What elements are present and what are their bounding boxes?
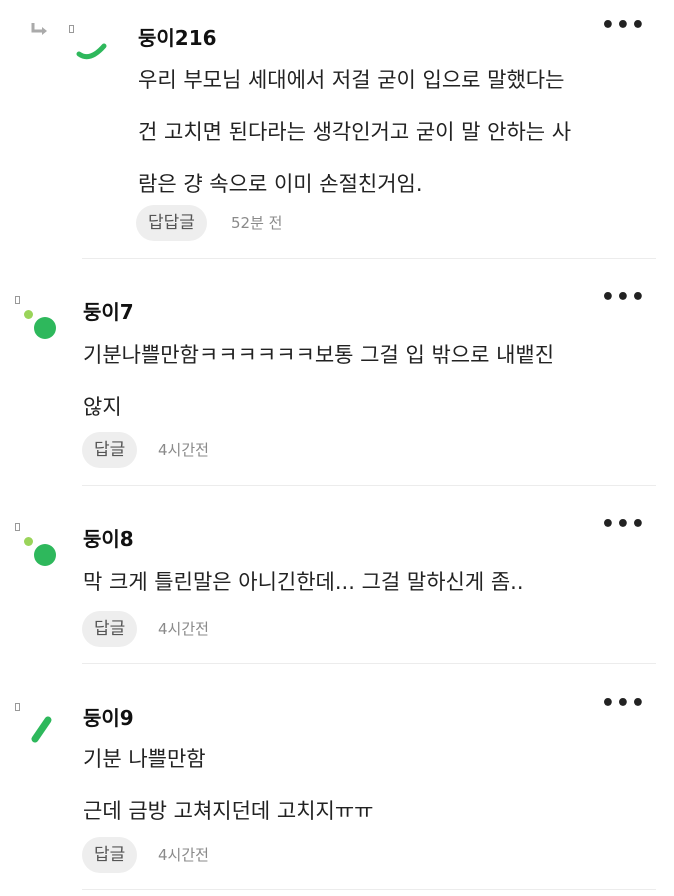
reply-button[interactable]: 답글	[82, 837, 138, 873]
comment-line: 근데 금방 고쳐지던데 고치지ㅠㅠ	[83, 799, 374, 823]
comment-line: 막 크게 틀린말은 아니긴한데... 그걸 말하신게 좀..	[83, 570, 524, 594]
comment-text: 기분 나쁠만함 근데 금방 고쳐지던데 고치지ㅠㅠ	[83, 733, 374, 837]
reply-button[interactable]: 답글	[82, 611, 138, 647]
avatar-large-dot	[34, 544, 56, 566]
avatar-placeholder-icon	[15, 296, 20, 304]
comment-line: 람은 걍 속으로 이미 손절친거임.	[138, 172, 423, 196]
comment-text: 우리 부모님 세대에서 저걸 굳이 입으로 말했다는 건 고치면 된다라는 생각…	[138, 54, 571, 210]
avatar-placeholder-icon	[15, 523, 20, 531]
comment-item: 둥이9 ••• 기분 나쁠만함 근데 금방 고쳐지던데 고치지ㅠㅠ 답글 4시간…	[0, 664, 674, 896]
avatar-small-dot	[24, 310, 33, 319]
avatar-small-dot	[24, 537, 33, 546]
more-options-icon[interactable]: •••	[601, 514, 646, 536]
comment-text: 막 크게 틀린말은 아니긴한데... 그걸 말하신게 좀..	[83, 556, 524, 608]
reply-arrow-icon	[31, 23, 47, 35]
comment-nickname[interactable]: 둥이7	[83, 296, 134, 325]
comment-line: 않지	[83, 395, 122, 419]
comment-item: 둥이7 ••• 기분나쁠만함ㅋㅋㅋㅋㅋㅋ보통 그걸 입 밖으로 내뱉진 않지 답…	[0, 258, 674, 486]
comment-line: 건 고치면 된다라는 생각인거고 굳이 말 안하는 사	[138, 120, 572, 144]
avatar-icon[interactable]	[76, 36, 112, 64]
comment-item: 둥이216 ••• 우리 부모님 세대에서 저걸 굳이 입으로 말했다는 건 고…	[0, 0, 674, 259]
avatar-icon[interactable]	[22, 308, 58, 344]
comment-nickname[interactable]: 둥이8	[83, 523, 134, 552]
avatar-large-dot	[34, 317, 56, 339]
comment-line: 기분나쁠만함ㅋㅋㅋㅋㅋㅋ보통 그걸 입 밖으로 내뱉진	[83, 343, 555, 367]
comment-time: 4시간전	[158, 846, 209, 864]
reply-button[interactable]: 답글	[82, 432, 138, 468]
comment-time: 4시간전	[158, 441, 209, 459]
comment-nickname[interactable]: 둥이9	[83, 702, 134, 731]
more-options-icon[interactable]: •••	[601, 287, 646, 309]
avatar-placeholder-icon	[69, 25, 74, 33]
reply-button[interactable]: 답답글	[136, 205, 207, 241]
comment-line: 우리 부모님 세대에서 저걸 굳이 입으로 말했다는	[138, 68, 565, 92]
avatar-icon[interactable]	[22, 535, 58, 571]
avatar-placeholder-icon	[15, 703, 20, 711]
comment-time: 52분 전	[231, 214, 283, 232]
divider	[82, 889, 656, 890]
comment-line: 기분 나쁠만함	[83, 747, 206, 771]
comment-text: 기분나쁠만함ㅋㅋㅋㅋㅋㅋ보통 그걸 입 밖으로 내뱉진 않지	[83, 329, 554, 433]
comment-nickname[interactable]: 둥이216	[138, 22, 217, 51]
more-options-icon[interactable]: •••	[601, 693, 646, 715]
comment-item: 둥이8 ••• 막 크게 틀린말은 아니긴한데... 그걸 말하신게 좀.. 답…	[0, 486, 674, 664]
avatar-icon[interactable]	[28, 714, 56, 744]
comment-time: 4시간전	[158, 620, 209, 638]
more-options-icon[interactable]: •••	[601, 15, 646, 37]
